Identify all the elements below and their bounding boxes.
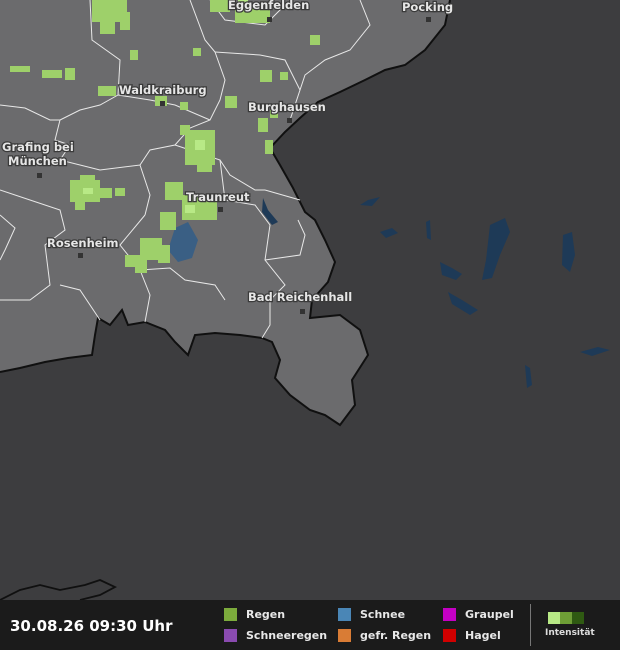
- city-label-grafing: Grafing bei: [2, 140, 74, 154]
- legend-item-hagel: Hagel: [443, 629, 501, 642]
- radar-map[interactable]: Eggenfelden Pocking Waldkraiburg Burghau…: [0, 0, 620, 600]
- city-label-muenchen: München: [8, 154, 67, 168]
- legend-swatch: [224, 608, 237, 621]
- legend-swatch: [224, 629, 237, 642]
- legend-swatch: [338, 608, 351, 621]
- legend-divider: [530, 604, 531, 646]
- legend-item-schneeregen: Schneeregen: [224, 629, 327, 642]
- legend-item-regen: Regen: [224, 608, 285, 621]
- legend-item-gefr-regen: gefr. Regen: [338, 629, 431, 642]
- legend-item-schnee: Schnee: [338, 608, 405, 621]
- legend-label: Schneeregen: [246, 629, 328, 642]
- city-label-traunreut: Traunreut: [186, 190, 250, 204]
- intensity-swatch-strong: [572, 612, 584, 624]
- intensity-scale: [548, 612, 584, 624]
- intensity-swatch-medium: [560, 612, 572, 624]
- legend-swatch: [443, 629, 456, 642]
- city-label-rosenheim: Rosenheim: [47, 236, 119, 250]
- intensity-label: Intensität: [545, 628, 595, 638]
- legend-label: Schnee: [360, 608, 406, 621]
- city-label-bad-reichenhall: Bad Reichenhall: [248, 290, 352, 304]
- legend-label: Graupel: [465, 608, 514, 621]
- intensity-swatch-light: [548, 612, 560, 624]
- city-label-waldkraiburg: Waldkraiburg: [119, 83, 207, 97]
- legend-label: gefr. Regen: [360, 629, 432, 642]
- city-label-burghausen: Burghausen: [248, 100, 326, 114]
- legend-swatch: [443, 608, 456, 621]
- footer-bar: 30.08.26 09:30 Uhr Regen Schneeregen Sch…: [0, 600, 620, 650]
- city-label-pocking: Pocking: [402, 0, 453, 14]
- legend-label: Hagel: [465, 629, 501, 642]
- germany-area: [0, 0, 450, 425]
- legend-swatch: [338, 629, 351, 642]
- city-label-eggenfelden: Eggenfelden: [228, 0, 309, 12]
- border-southwest: [0, 579, 118, 600]
- radar-timestamp: 30.08.26 09:30 Uhr: [10, 617, 173, 635]
- legend-item-graupel: Graupel: [443, 608, 514, 621]
- legend-label: Regen: [246, 608, 286, 621]
